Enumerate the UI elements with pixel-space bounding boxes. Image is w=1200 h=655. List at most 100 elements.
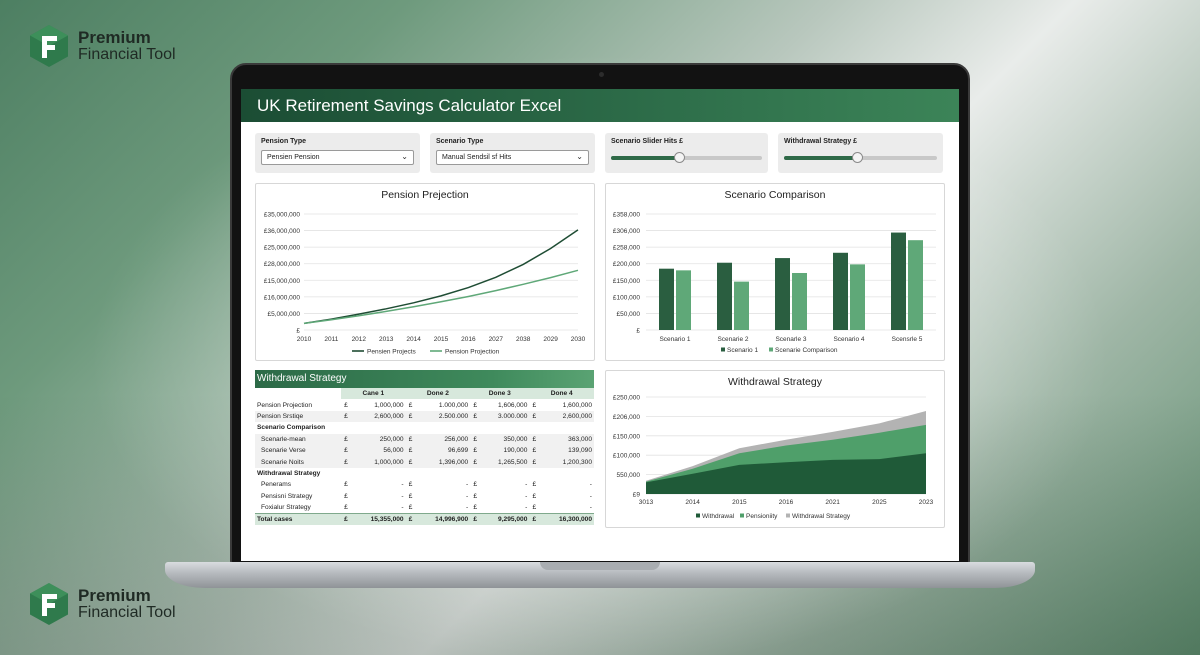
x-tick-label: 2025 [872,499,887,506]
pension-type-label: Pension Type [261,138,306,145]
row-label: Pensisni Strategy [261,492,313,500]
table-header-cell: Done 4 [529,388,594,400]
pension-type-select[interactable]: Pensien Pension ⌄ [261,150,414,165]
table-header-row: Cane 1 Done 2 Done 3 Done 4 [255,388,594,400]
x-tick-label: 2013 [379,336,394,343]
currency-symbol: £ [341,410,351,423]
table-header-cell: Done 3 [470,388,530,400]
withdrawal-strategy-slider-fill [784,156,857,160]
table-cell: - [589,503,592,511]
brand-hexagon-icon [30,583,68,625]
table-cell: - [401,503,404,511]
bar-2 [908,240,923,330]
table-cell: 15,355,000 [351,512,406,525]
currency-symbol: £ [473,503,478,511]
x-tick-label: Scenarie 2 [717,336,748,343]
table-cell [480,468,529,479]
currency-symbol [470,422,480,433]
currency-symbol: £ [344,503,348,511]
currency-symbol [529,468,539,479]
table-row: Penerams £ - £ - £ - £ - [255,479,594,490]
legend-label: Scenario 1 [727,347,758,354]
table-cell: 1,265,500 [480,456,530,468]
camera-icon [599,72,604,77]
brand-logo-bottom: Premium Financial Tool [28,582,176,626]
legend-swatch [740,513,744,518]
table-cell: 96,699 [415,444,471,457]
row-label: Scenarle-mean [255,433,341,445]
y-tick-label: £206,000 [613,414,640,421]
table-cell: - [525,503,528,511]
y-tick-label: £150,000 [613,278,640,285]
x-tick-label: 2011 [324,336,338,343]
currency-symbol: £ [470,512,481,525]
row-label: Pension Srstiqe [255,410,341,423]
laptop-bezel: UK Retirement Savings Calculator Excel P… [230,63,970,565]
currency-symbol: £ [529,410,540,423]
currency-symbol: £ [341,512,351,525]
table-cell: 256,000 [415,433,471,445]
withdrawal-strategy-slider-handle[interactable] [851,152,863,163]
row-label: Total cases [255,512,341,525]
x-tick-label: 2010 [297,336,312,343]
scenario-slider[interactable] [611,152,762,163]
y-tick-label: £15,000,000 [264,278,301,285]
x-tick-label: Scensrle 5 [892,336,923,343]
withdrawal-strategy-chart: £250,000 £206,000 £150,000 £100,000 550,000 £… [613,395,934,521]
currency-symbol: £ [408,401,413,409]
y-tick-label: £200,000 [613,261,640,268]
currency-symbol: £ [529,456,540,468]
pension-type-value: Pensien Pension [267,154,320,161]
y-tick-label: £358,000 [613,212,640,219]
withdrawal-strategy-control: Withdrawal Strategy £ [778,133,943,173]
row-label: Foxialur Strategy [261,503,311,511]
table-header-cell: Cane 1 [341,388,406,400]
withdrawal-strategy-table-panel: Withdrawal Strategy Cane 1 Done 2 Done 3 Do… [255,370,594,533]
withdrawal-strategy-label: Withdrawal Strategy £ [784,138,858,145]
currency-symbol: £ [405,410,416,423]
currency-symbol: £ [408,492,413,500]
row-label: Pension Projection [257,401,312,409]
table-cell: - [589,492,592,500]
currency-symbol: £ [405,512,416,525]
y-tick-label: £ [296,328,300,335]
withdrawal-strategy-panel: Withdrawal Strategy £250,000 £206,000 £150… [605,370,945,528]
row-label: Scenarie Verse [255,444,341,457]
table-cell: - [465,492,469,500]
bar-1 [659,268,674,330]
y-tick-label: £35,000,000 [264,212,301,219]
y-tick-label: £16,000,000 [264,294,301,301]
x-tick-label: 2014 [406,336,421,343]
table-cell: 3.000.000 [480,410,530,423]
scenario-type-label: Scenario Type [436,138,484,145]
row-label: Scenarie Noits [255,456,341,468]
y-tick-label: £9 [633,492,641,499]
laptop-base [165,562,1035,588]
y-tick-label: £5,000,000 [267,311,300,318]
x-tick-label: 2016 [779,499,794,506]
table-cell: 350,000 [480,433,530,445]
table-row: Withdrawal Strategy [255,468,594,479]
table-cell [416,422,471,433]
x-tick-label: Scenarle 3 [775,336,806,343]
table-cell: 1,396,000 [415,456,471,468]
table-row: Scenarie Verse £56,000 £96,699 £190,000 £139… [255,444,594,457]
brand-name-line1: Premium [78,585,151,605]
scenario-type-select[interactable]: Manual Sendsil sf Hits ⌄ [436,150,589,165]
currency-symbol: £ [532,481,537,489]
scenario-slider-fill [611,156,680,160]
scenario-slider-handle[interactable] [674,152,686,163]
table-cell: 363,000 [539,433,594,445]
table-cell: 1,600,000 [562,401,592,409]
table-cell: - [525,492,528,500]
chevron-down-icon: ⌄ [576,152,583,161]
table-cell [480,422,529,433]
pension-projection-chart: £35,000,000 £36,000,000 £25,000,000 £28,000… [264,212,586,356]
x-tick-label: 2012 [352,336,367,343]
currency-symbol: £ [344,481,348,489]
currency-symbol: £ [341,433,351,445]
y-tick-label: £250,000 [613,395,640,402]
table-cell: 1.000,000 [438,401,469,409]
bar-2 [676,270,691,330]
withdrawal-strategy-slider[interactable] [784,152,937,163]
